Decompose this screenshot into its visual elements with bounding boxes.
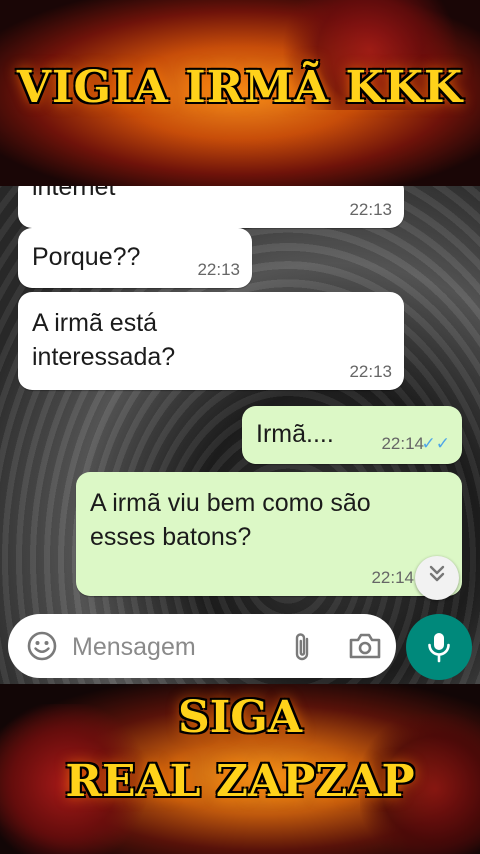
top-banner: VIGIA IRMÃ KKK	[0, 0, 480, 186]
banner-text-line: REAL ZAPZAP	[65, 756, 415, 807]
message-bubble-outgoing[interactable]: A irmã viu bem como são esses batons? 22…	[76, 472, 462, 596]
bottom-banner: SIGA REAL ZAPZAP	[0, 684, 480, 854]
emoji-icon[interactable]	[26, 630, 58, 667]
paperclip-icon[interactable]	[290, 630, 314, 669]
message-time: 22:13	[349, 362, 392, 381]
message-composer	[8, 614, 396, 678]
message-text: Porque??	[32, 243, 141, 271]
message-text: A irmã está interessada?	[32, 309, 176, 371]
message-bubble-incoming[interactable]: Porque?? 22:13	[18, 228, 252, 288]
message-bubble-outgoing[interactable]: Irmã.... 22:14 ✓✓	[242, 406, 462, 464]
banner-title: VIGIA IRMÃ KKK	[16, 62, 464, 113]
mic-button[interactable]	[406, 614, 472, 680]
read-receipt-icon: ✓✓	[421, 434, 451, 453]
message-text: A irmã viu bem como são esses batons?	[90, 489, 371, 551]
banner-text-line: SIGA	[177, 692, 303, 743]
message-bubble-incoming[interactable]: A irmã está interessada? 22:13	[18, 292, 404, 390]
message-text: internet	[32, 186, 116, 201]
scroll-down-button[interactable]	[415, 556, 459, 600]
message-time: 22:13	[197, 260, 240, 279]
message-time: 22:14	[371, 568, 414, 587]
message-time: 22:13	[349, 200, 392, 219]
camera-icon[interactable]	[348, 632, 382, 665]
message-bubble-incoming[interactable]: internet 22:13	[18, 186, 404, 228]
message-text: Irmã....	[256, 420, 334, 448]
message-time: 22:14	[381, 434, 424, 453]
mic-icon	[428, 633, 450, 663]
chat-area[interactable]: internet 22:13 Porque?? 22:13 A irmã est…	[0, 186, 480, 684]
message-input[interactable]	[70, 626, 274, 668]
double-chevron-down-icon	[428, 565, 446, 589]
